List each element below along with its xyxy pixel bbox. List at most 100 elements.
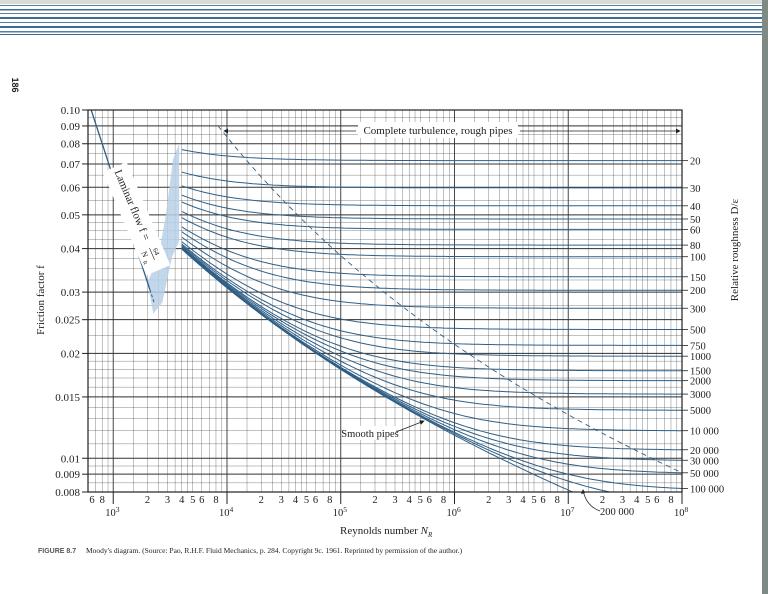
roughness-curve: [181, 149, 682, 162]
y-tick-label: 0.10: [61, 105, 81, 117]
roughness-curve: [181, 217, 682, 258]
page-edge-shadow: [762, 0, 768, 594]
roughness-curve: [181, 231, 682, 291]
roughness-label: 20 000: [690, 446, 719, 457]
y-tick-label: 0.04: [61, 244, 81, 256]
moody-diagram-page: 186 0.10 0.09 0.08 0.07 0.06 0.05 0.04 0.03 0.02…: [0, 0, 768, 594]
complete-turbulence-label: Complete turbulence, rough pipes: [363, 125, 512, 137]
x-tick-label: 6: [427, 495, 432, 506]
roughness-label: 80: [690, 241, 701, 252]
y-tick-label: 0.015: [55, 392, 80, 404]
x-tick-label: 8: [100, 495, 105, 506]
roughness-curve: [181, 248, 682, 474]
x-decade-label: 107: [560, 505, 575, 519]
x-tick-label: 2: [372, 495, 377, 506]
roughness-label: 750: [690, 341, 706, 352]
x-decade-label: 105: [333, 505, 348, 519]
header-stripe: [0, 17, 762, 19]
x-tick-label: 5: [304, 495, 309, 506]
page-header-stripes: [0, 0, 762, 35]
x-tick-label: 4: [407, 495, 413, 506]
y-tick-label: 0.08: [61, 139, 81, 151]
x-tick-label: 2: [145, 495, 150, 506]
roughness-label: 1000: [690, 352, 711, 363]
roughness-curve: [181, 171, 682, 189]
x-tick-label: 3: [165, 495, 170, 506]
header-stripe: [0, 22, 762, 23]
roughness-label: 50: [690, 215, 701, 226]
roughness-label: 30: [690, 184, 701, 195]
header-stripe: [0, 13, 762, 14]
y-tick-label: 0.07: [61, 159, 81, 171]
figure-caption: Moody's diagram. (Source: Pao, R.H.F. Fl…: [86, 546, 463, 555]
x-tick-label: 6: [540, 495, 545, 506]
x-tick-label: 2: [486, 495, 491, 506]
y-tick-label: 0.05: [61, 210, 81, 222]
x-tick-label: 5: [190, 495, 195, 506]
figure-label: FIGURE 8.7: [38, 548, 76, 555]
roughness-curve: [181, 243, 682, 346]
roughness-curve: [181, 236, 682, 309]
x-tick-label: 4: [179, 495, 185, 506]
y-axis-title: Friction factor f: [35, 265, 47, 335]
x-tick-label: 8: [213, 495, 218, 506]
roughness-curve: [181, 241, 682, 330]
x-tick-label: 3: [279, 495, 284, 506]
x-tick-label: 3: [392, 495, 397, 506]
roughness-curve: [181, 185, 682, 207]
roughness-label: 40: [690, 202, 701, 213]
x-tick-label: 6: [89, 495, 94, 506]
header-stripe: [0, 26, 762, 28]
y-tick-label: 0.009: [55, 469, 80, 481]
extra-curve-annotation: 200 000: [581, 489, 634, 518]
roughness-label: 200: [690, 286, 706, 297]
roughness-labels: 2030405060801001502003005007501000150020…: [682, 157, 724, 495]
roughness-curve-extra: [181, 248, 612, 492]
roughness-curve: [181, 244, 682, 357]
x-tick-label: 4: [634, 495, 640, 506]
right-axis-title: Relative roughness D/ε: [729, 198, 741, 301]
x-decade-label: 103: [105, 505, 120, 519]
x-tick-label: 3: [506, 495, 511, 506]
x-tick-label: 4: [520, 495, 526, 506]
roughness-curve: [181, 210, 682, 246]
roughness-label: 3000: [690, 390, 711, 401]
y-tick-label: 0.06: [61, 182, 81, 194]
header-band: [0, 0, 762, 4]
y-tick-label: 0.09: [61, 121, 81, 133]
arrow-icon: [395, 420, 425, 433]
roughness-label: 500: [690, 326, 706, 337]
y-tick-label: 0.03: [61, 287, 81, 299]
complete-turbulence-annotation: Complete turbulence, rough pipes: [223, 122, 681, 138]
roughness-label: 20: [690, 157, 701, 168]
roughness-label: 10 000: [690, 427, 719, 438]
header-stripe: [0, 34, 762, 35]
x-tick-label: 8: [441, 495, 446, 506]
roughness-label: 30 000: [690, 456, 719, 467]
y-tick-label: 0.02: [61, 348, 80, 360]
curved-arrow-icon: [582, 489, 601, 512]
roughness-curve: [181, 194, 682, 220]
x-decade-label: 106: [446, 505, 461, 519]
roughness-curve: [181, 246, 682, 382]
smooth-pipes-label: Smooth pipes: [341, 429, 398, 440]
x-tick-label: 5: [418, 495, 423, 506]
roughness-label: 50 000: [690, 469, 719, 480]
x-decade-label: 104: [219, 505, 234, 519]
roughness-label: 100: [690, 253, 706, 264]
roughness-label: 60: [690, 225, 701, 236]
y-axis-ticks: 0.10 0.09 0.08 0.07 0.06 0.05 0.04 0.03 0.025 0.0…: [55, 105, 88, 499]
y-tick-label: 0.008: [55, 487, 80, 499]
x-axis-ticks: 6 81032 3 4 5 6 81042 3 4 5 6 81052 3 4 5 6 81062 3 4 5 6 810…: [89, 492, 689, 519]
roughness-label: 5000: [690, 406, 711, 417]
roughness-curve: [181, 248, 682, 489]
x-tick-label: 4: [293, 495, 299, 506]
x-tick-label: 8: [555, 495, 560, 506]
x-tick-label: 6: [654, 495, 659, 506]
y-tick-label: 0.025: [55, 315, 80, 327]
roughness-curves: [90, 110, 682, 492]
roughness-label: 150: [690, 273, 706, 284]
x-tick-label: 2: [259, 495, 264, 506]
x-tick-label: 3: [620, 495, 625, 506]
x-tick-label: 6: [199, 495, 204, 506]
